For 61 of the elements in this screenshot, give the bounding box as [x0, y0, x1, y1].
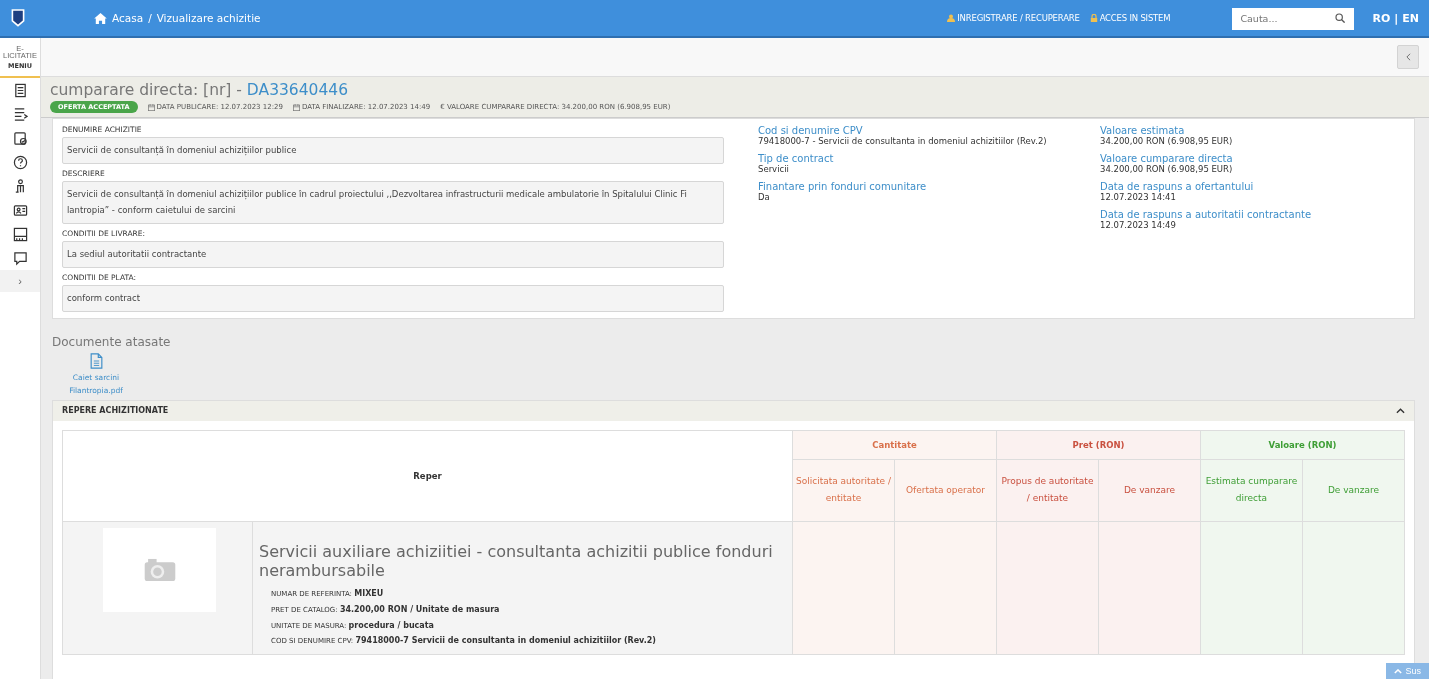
detail-label: Cod si denumire CPV [758, 125, 864, 136]
search-icon [1335, 13, 1346, 23]
column-header: Propus de autoritate / entitate [996, 459, 1099, 522]
detail-value: 34.200,00 RON (6.908,95 EUR) [1100, 164, 1234, 174]
column-group-header: Pret (RON) [996, 430, 1201, 460]
card-icon[interactable] [12, 202, 28, 218]
help-icon[interactable] [12, 154, 28, 170]
breadcrumb-link[interactable]: Acasa [112, 12, 144, 24]
shield-logo-icon[interactable] [10, 8, 26, 28]
column-header: Reper [62, 430, 793, 522]
document-icon[interactable] [12, 82, 28, 98]
detail-label: Tip de contract [758, 153, 835, 164]
list-icon[interactable] [12, 106, 28, 122]
detail-label: Data de raspuns a autoritatii contractante [1100, 209, 1313, 220]
column-header: Ofertata operator [894, 459, 997, 522]
column-header: De vanzare [1098, 459, 1201, 522]
header-link[interactable]: INREGISTRARE / RECUPERARE [947, 13, 1080, 23]
detail-value: Servicii [758, 164, 790, 174]
field-value: conform contract [62, 285, 724, 313]
camera-icon [142, 557, 177, 583]
detail-label: Finantare prin fonduri comunitare [758, 181, 928, 192]
column-header: De vanzare [1302, 459, 1405, 522]
item-title: Servicii auxiliare achiziitiei - consultanta achizitii publice fonduri nerambursabile [259, 542, 774, 581]
calendar-icon [292, 103, 300, 111]
breadcrumb-current: Vizualizare achizitie [156, 12, 261, 24]
detail-label: Valoare cumparare directa [1100, 153, 1234, 164]
detail-value: 79418000-7 - Servicii de consultanta in domeniul achizitiilor (Rev.2) [758, 136, 1048, 146]
header-link[interactable]: ACCES IN SISTEM [1089, 13, 1171, 23]
language-link[interactable]: RO [1372, 11, 1391, 25]
language-link[interactable]: EN [1402, 11, 1419, 25]
column-header: Solicitata autoritate / entitate [792, 459, 895, 522]
chevron-left-icon [1405, 53, 1411, 61]
sidebar-expand-button[interactable]: › [0, 270, 40, 292]
user-icon [947, 14, 956, 22]
column-header: Estimata cumparare directa [1200, 459, 1303, 522]
home-icon [94, 12, 107, 24]
calendar-icon [147, 103, 155, 111]
language-separator: | [1394, 11, 1399, 25]
detail-label: Data de raspuns a ofertantului [1100, 181, 1255, 192]
detail-value: 12.07.2023 14:49 [1100, 220, 1176, 230]
documents-heading: Documente atasate [52, 335, 172, 350]
search-field[interactable]: Cauta... [1232, 7, 1355, 30]
chevron-up-icon[interactable] [1396, 408, 1405, 414]
detail-value: Da [758, 192, 771, 202]
procurement-title: cumparare directa: [nr] - DA33640446 [50, 81, 350, 99]
panel-title: REPERE ACHIZITIONATE [62, 406, 169, 416]
column-group-header: Valoare (RON) [1200, 430, 1405, 460]
back-to-top-button[interactable]: Sus [1386, 663, 1429, 679]
column-group-header: Cantitate [792, 430, 997, 460]
chevron-up-icon [1394, 668, 1403, 674]
field-value: Servicii de consultanță în domeniul achizițiilor publice în cadrul proiectului ,,Dezvoltarea infrastructurii medicale ambulatorie în Spitalului Clinic Fi lantropia” - conform caietului de sarcini [62, 181, 724, 224]
file-icon [89, 353, 103, 370]
board-icon[interactable] [12, 226, 28, 242]
detail-value: 12.07.2023 14:41 [1100, 192, 1176, 202]
chat-icon[interactable] [12, 250, 28, 266]
field-value: La sediul autoritatii contractante [62, 240, 724, 269]
lock-icon [1089, 14, 1098, 22]
detail-value: 34.200,00 RON (6.908,95 EUR) [1100, 136, 1234, 146]
detail-label: Valoare estimata [1100, 125, 1186, 136]
breadcrumb-separator: / [148, 12, 152, 24]
field-value: Servicii de consultanță în domeniul achizițiilor publice [62, 137, 724, 165]
